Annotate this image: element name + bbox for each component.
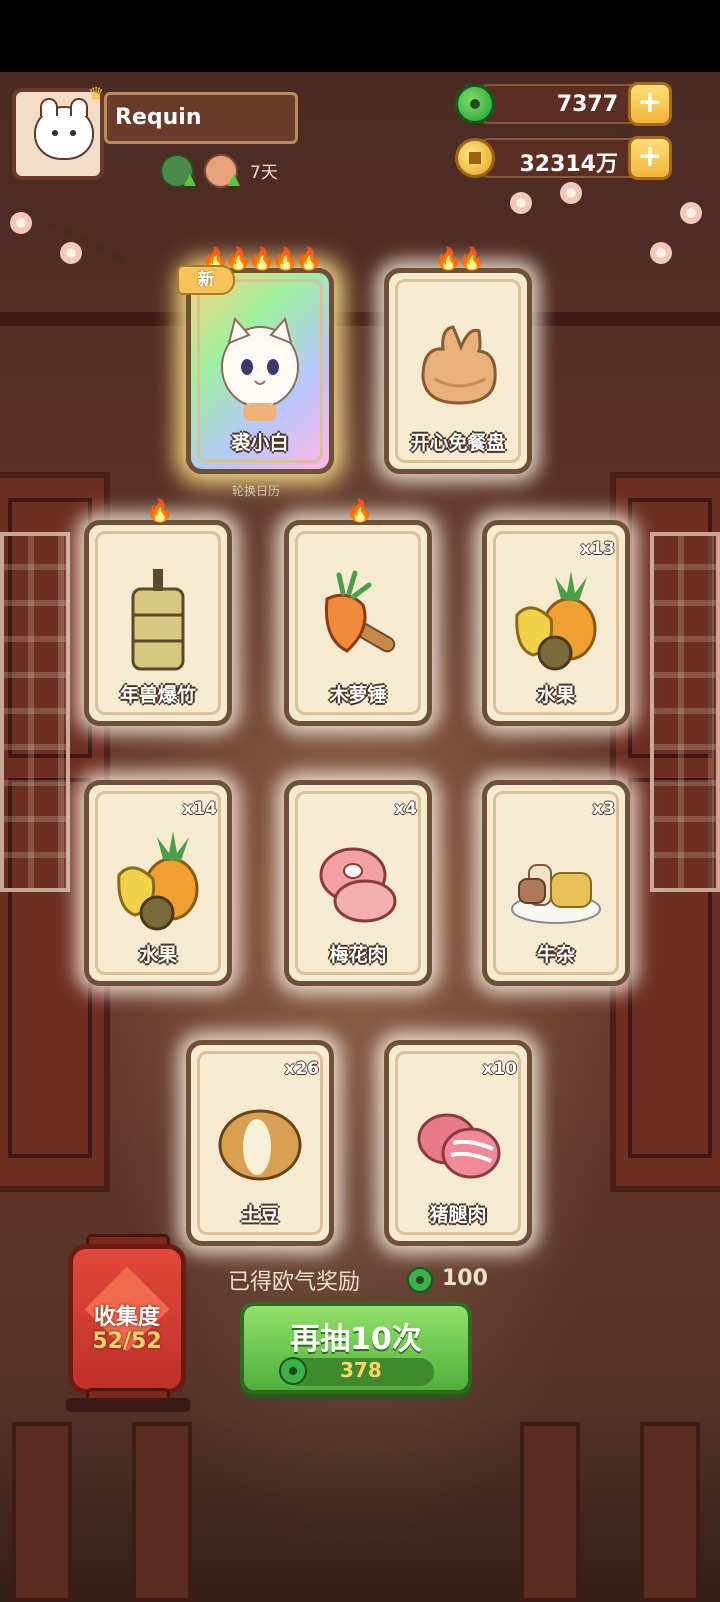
blossom: [680, 202, 702, 224]
item-count: x4: [394, 799, 417, 819]
reward-card[interactable]: x13 水果: [482, 520, 630, 726]
reward-card[interactable]: 🔥 年兽爆竹: [84, 499, 232, 726]
item-count: x13: [580, 539, 615, 559]
pork-leg-icon: [417, 1113, 501, 1179]
card-label: 年兽爆竹: [119, 684, 196, 706]
railing-post: [520, 1422, 580, 1602]
card-label: 开心免餐盘: [410, 432, 506, 454]
left-lattice-window: [0, 532, 70, 892]
item-count: x3: [592, 799, 615, 819]
status-bar: [0, 0, 720, 72]
coin-currency-bar: 32314万 +: [470, 136, 672, 180]
reward-card[interactable]: x4 梅花肉: [284, 780, 432, 986]
card-label: 牛杂: [536, 944, 575, 966]
up-arrow-icon: ▲: [227, 169, 240, 188]
carrot-hammer-icon: [324, 570, 396, 653]
reward-card[interactable]: x26 土豆: [186, 1040, 334, 1246]
luck-reward-value: 100: [442, 1266, 488, 1291]
draw-cost: 378: [340, 1358, 382, 1382]
floor: [0, 1412, 720, 1602]
jade-icon: [407, 1267, 433, 1293]
rarity-flames-icon: 🔥: [346, 499, 373, 524]
blossom: [650, 242, 672, 264]
card-label: 土豆: [240, 1204, 279, 1226]
card-label: 猪腿肉: [429, 1204, 487, 1226]
jade-currency-bar: 7377 +: [470, 82, 672, 126]
blossom: [560, 182, 582, 204]
draw-ten-label: 再抽10次: [290, 1322, 422, 1357]
firecracker-icon: [131, 569, 185, 671]
reward-card[interactable]: x14 水果: [84, 780, 232, 986]
reward-card[interactable]: 🔥 木萝锤: [284, 499, 432, 726]
reward-card[interactable]: 🔥🔥🔥🔥🔥 新 裘小白: [177, 247, 334, 474]
blossom: [10, 212, 32, 234]
roof-beam: [0, 312, 720, 326]
jade-amount: 7377: [556, 92, 618, 117]
rarity-flames-icon: 🔥: [146, 499, 173, 524]
collection-progress: 52/52: [92, 1329, 162, 1354]
jade-icon: [455, 84, 495, 124]
days-counter: 7天: [250, 163, 278, 183]
beef-offal-icon: [511, 864, 601, 924]
lantern-stand: [66, 1398, 190, 1412]
add-jade-button[interactable]: +: [628, 82, 672, 126]
draw-ten-button[interactable]: 再抽10次 378: [240, 1302, 472, 1394]
reward-card[interactable]: 🔥🔥 开心免餐盘: [384, 247, 532, 474]
railing-post: [12, 1422, 72, 1602]
blossom: [60, 242, 82, 264]
card-label: 梅花肉: [329, 944, 387, 966]
collection-title: 收集度: [93, 1305, 160, 1330]
collection-lantern[interactable]: 收集度 52/52: [68, 1244, 186, 1394]
right-lattice-window: [650, 532, 720, 892]
up-arrow-icon: ▲: [183, 169, 196, 188]
fruit-icon: [515, 571, 597, 671]
food-buff-icon[interactable]: ▲: [204, 154, 240, 188]
new-badge: 新: [177, 265, 235, 295]
railing-post: [640, 1422, 700, 1602]
jade-icon: [279, 1357, 307, 1385]
white-cat-character-icon: [221, 316, 299, 421]
item-count: x14: [182, 799, 217, 819]
card-label: 水果: [138, 944, 177, 966]
player-name: Requin: [104, 92, 298, 144]
fruit-icon: [117, 831, 199, 931]
rotation-calendar-caption: 轮换日历: [232, 484, 281, 498]
card-label: 木萝锤: [329, 684, 387, 706]
railing-post: [132, 1422, 192, 1602]
pork-meat-icon: [319, 847, 397, 923]
potato-icon: [218, 1109, 302, 1181]
cat-avatar-icon: [34, 98, 94, 160]
reward-card[interactable]: x3 牛杂: [482, 780, 630, 986]
buff-icon[interactable]: ▲: [160, 154, 196, 188]
reward-card[interactable]: x10 猪腿肉: [384, 1040, 532, 1246]
add-coins-button[interactable]: +: [628, 136, 672, 180]
item-count: x26: [284, 1059, 319, 1079]
crown-icon: ♛: [88, 84, 105, 105]
coin-icon: [455, 138, 495, 178]
blossom: [510, 192, 532, 214]
coin-amount: 32314万: [519, 152, 618, 177]
luck-reward-label: 已得欧气奖励: [228, 1270, 361, 1295]
card-label: 水果: [536, 684, 575, 706]
item-count: x10: [482, 1059, 517, 1079]
card-label: 裘小白: [231, 432, 289, 454]
bunny-plate-icon: [421, 325, 497, 405]
rarity-flames-icon: 🔥🔥: [434, 247, 486, 272]
